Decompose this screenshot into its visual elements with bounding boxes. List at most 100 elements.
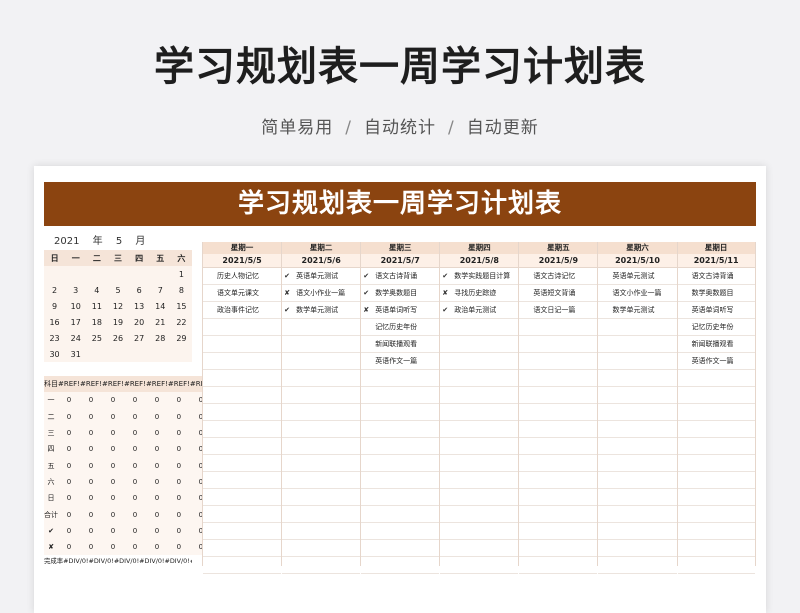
task-row[interactable] (282, 421, 361, 438)
task-text[interactable]: 英语单元测试 (296, 272, 338, 280)
stats-cell[interactable]: 0 (58, 457, 80, 474)
task-row[interactable] (519, 455, 598, 472)
stats-row-label[interactable]: 合计 (44, 506, 58, 523)
task-row[interactable] (519, 336, 598, 353)
stats-cell[interactable]: 0 (58, 441, 80, 458)
stats-cell[interactable]: 0 (145, 392, 168, 409)
calendar-day-cell[interactable]: 9 (44, 298, 66, 314)
task-row[interactable] (440, 336, 519, 353)
task-row[interactable] (440, 540, 519, 557)
stats-cell[interactable]: 0 (79, 408, 102, 425)
task-row[interactable] (361, 557, 440, 574)
stats-cell[interactable]: 0 (123, 490, 146, 507)
task-row[interactable] (598, 540, 677, 557)
task-row[interactable] (598, 506, 677, 523)
task-row[interactable] (519, 489, 598, 506)
task-row[interactable] (282, 472, 361, 489)
task-row[interactable]: 数学单元测试 (598, 302, 677, 319)
task-row[interactable] (677, 523, 755, 540)
calendar-day-cell[interactable] (107, 346, 129, 362)
calendar-day-cell[interactable]: 31 (65, 346, 87, 362)
task-row[interactable] (361, 387, 440, 404)
stats-cell[interactable]: 0 (123, 424, 146, 442)
stats-cell[interactable]: 0 (145, 424, 168, 442)
task-row[interactable]: 语文小作业一篇 (598, 285, 677, 302)
task-row[interactable] (598, 387, 677, 404)
stats-row-label[interactable]: 四 (44, 441, 58, 458)
task-row[interactable]: 语文古诗记忆 (519, 268, 598, 285)
task-row[interactable] (519, 421, 598, 438)
completion-rate-value[interactable]: #DIV/0! (190, 557, 192, 565)
status-mark[interactable]: ✔ (363, 285, 369, 301)
stats-cell[interactable]: 0 (145, 506, 168, 523)
calendar-day-cell[interactable]: 28 (149, 330, 171, 346)
stats-cell[interactable]: 0 (123, 408, 146, 425)
stats-cell[interactable]: 0 (79, 424, 102, 442)
calendar-day-cell[interactable]: 26 (107, 330, 129, 346)
completion-rate-value[interactable]: #DIV/0! (114, 557, 139, 565)
task-row[interactable] (361, 540, 440, 557)
calendar-day-cell[interactable]: 3 (65, 282, 87, 298)
task-row[interactable]: 历史人物记忆 (203, 268, 282, 285)
task-text[interactable]: 语文古诗背诵 (692, 272, 734, 280)
task-row[interactable] (440, 557, 519, 574)
task-text[interactable]: 语文日记一篇 (533, 306, 575, 314)
stats-cell[interactable]: 0 (167, 490, 190, 507)
task-row[interactable] (598, 353, 677, 370)
calendar-day-cell[interactable]: 19 (107, 314, 129, 330)
task-row[interactable] (598, 336, 677, 353)
stats-cell[interactable]: 0 (79, 490, 102, 507)
calendar-day-cell[interactable]: 11 (86, 298, 108, 314)
calendar-day-cell[interactable]: 30 (44, 346, 66, 362)
task-row[interactable] (519, 506, 598, 523)
task-row[interactable] (282, 370, 361, 387)
task-row[interactable] (203, 506, 282, 523)
task-text[interactable]: 新闻联播观看 (375, 340, 417, 348)
task-row[interactable] (519, 472, 598, 489)
task-row[interactable] (440, 353, 519, 370)
task-text[interactable]: 英语单词听写 (692, 306, 734, 314)
calendar-day-cell[interactable]: 6 (128, 282, 150, 298)
calendar-day-cell[interactable]: 21 (149, 314, 171, 330)
task-text[interactable]: 英语作文一篇 (692, 357, 734, 365)
task-row[interactable] (282, 387, 361, 404)
task-text[interactable]: 政治单元测试 (454, 306, 496, 314)
calendar-day-cell[interactable] (86, 346, 108, 362)
completion-rate-value[interactable]: #DIV/0! (63, 557, 88, 565)
stats-cell[interactable]: 0 (145, 457, 168, 474)
calendar-day-cell[interactable]: 29 (170, 330, 192, 346)
status-mark[interactable]: ✘ (284, 285, 290, 301)
stats-cell[interactable]: 0 (79, 506, 102, 523)
task-row[interactable] (598, 557, 677, 574)
stats-cell[interactable]: 0 (145, 441, 168, 458)
calendar-day-cell[interactable]: 25 (86, 330, 108, 346)
task-row[interactable] (203, 319, 282, 336)
calendar-day-cell[interactable] (44, 266, 66, 282)
task-row[interactable] (677, 455, 755, 472)
stats-row-label[interactable]: ✔ (44, 522, 58, 539)
task-row[interactable] (203, 370, 282, 387)
status-mark[interactable]: ✘ (442, 285, 448, 301)
stats-row-label[interactable]: 六 (44, 473, 58, 491)
stats-cell[interactable]: 0 (123, 473, 146, 491)
task-row[interactable]: ✔ 数学单元测试 (282, 302, 361, 319)
task-row[interactable]: 英语作文一篇 (361, 353, 440, 370)
calendar-day-cell[interactable]: 17 (65, 314, 87, 330)
task-row[interactable] (440, 506, 519, 523)
task-text[interactable]: 数学奥数题目 (692, 289, 734, 297)
task-row[interactable]: 语文日记一篇 (519, 302, 598, 319)
task-row[interactable] (361, 438, 440, 455)
task-row[interactable] (677, 370, 755, 387)
stats-cell[interactable]: 0 (58, 408, 80, 425)
stats-cell[interactable]: 0 (167, 457, 190, 474)
stats-cell[interactable]: 0 (145, 473, 168, 491)
task-row[interactable] (440, 438, 519, 455)
stats-cell[interactable]: 0 (58, 506, 80, 523)
task-row[interactable] (203, 557, 282, 574)
task-row[interactable] (519, 557, 598, 574)
task-row[interactable] (282, 557, 361, 574)
calendar-day-cell[interactable]: 16 (44, 314, 66, 330)
task-row[interactable] (282, 506, 361, 523)
task-row[interactable] (519, 370, 598, 387)
stats-cell[interactable]: 0 (167, 473, 190, 491)
